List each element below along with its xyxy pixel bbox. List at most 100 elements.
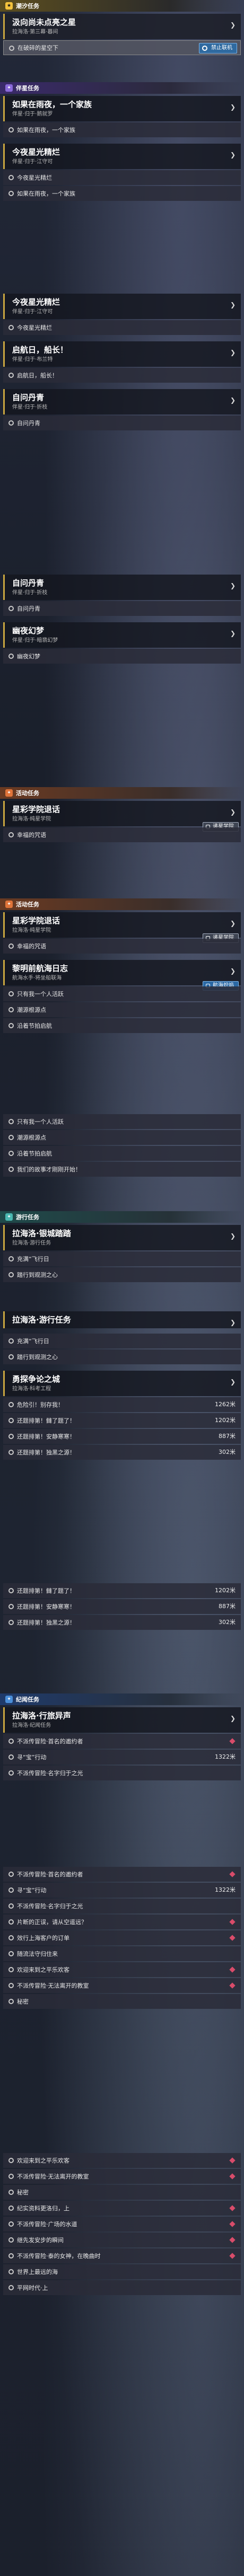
objective-item[interactable]: 还题排第！安静寒寒！ 887米 bbox=[3, 1599, 241, 1614]
objective-item[interactable]: 不派传冒险·首名的邀约者 bbox=[3, 1867, 241, 1882]
objective-item[interactable]: 寻“宝”行动 1322米 bbox=[3, 1750, 241, 1765]
section-header: ✦ 活动任务 bbox=[0, 787, 244, 799]
objective-item[interactable]: 今夜星光精烂 bbox=[3, 170, 241, 185]
objective-item[interactable]: 幸福的咒语 bbox=[3, 939, 241, 954]
radio-circle-icon bbox=[8, 1588, 14, 1593]
objective-item[interactable]: 纪实资料更洛归，上 bbox=[3, 2201, 241, 2216]
objective-item[interactable]: 踏行到观测之心 bbox=[3, 1267, 241, 1282]
objective-label: 启航日，船长！ bbox=[17, 372, 58, 379]
objective-item[interactable]: 不派传冒险·名字归于之光 bbox=[3, 1766, 241, 1780]
objective-item[interactable]: 平网时代·上 bbox=[3, 2280, 241, 2295]
quest-card[interactable]: 启航日，船长！ 伴星·归于·布兰特 ❯ bbox=[3, 341, 241, 367]
radio-circle-icon bbox=[8, 1604, 14, 1609]
objective-item[interactable]: 欢迎来到之平乐欢客 bbox=[3, 2153, 241, 2168]
objective-item[interactable]: 不派传冒险·广场的水道 bbox=[3, 2217, 241, 2231]
objective-label: 秘密 bbox=[17, 1998, 29, 2005]
objective-item[interactable]: 还题排第！独黑之源！ 302米 bbox=[3, 1445, 241, 1460]
objective-item[interactable]: 不派传冒险·首名的邀约者 bbox=[3, 1734, 241, 1749]
tag-icon bbox=[202, 46, 207, 51]
radio-circle-icon bbox=[8, 654, 14, 659]
distance-label: 302米 bbox=[219, 1619, 236, 1626]
objective-item[interactable]: 不派传冒险·泰的女神，在晚曲时 bbox=[3, 2248, 241, 2263]
quest-card[interactable]: 勇探争论之城 拉海洛·科考工程 ❯ bbox=[3, 1371, 241, 1396]
objective-item[interactable]: 沿着节拍启航 bbox=[3, 1018, 241, 1033]
radio-circle-icon bbox=[8, 1770, 14, 1776]
quest-card[interactable]: 今夜星光精烂 伴星·归于·江守可 ❯ bbox=[3, 294, 241, 319]
objective-item[interactable]: 秘密 bbox=[3, 2185, 241, 2200]
quest-subtitle: 拉海洛·游行任务 bbox=[12, 1240, 51, 1246]
radio-circle-icon bbox=[8, 1999, 14, 2004]
quest-card[interactable]: 拉海洛·行旅异声 拉海洛·纪闻任务 ❯ bbox=[3, 1707, 241, 1733]
objective-label: 不派传冒险·名字归于之光 bbox=[17, 1770, 83, 1777]
objective-item[interactable]: 我们的故事才刚刚开始！ bbox=[3, 1162, 241, 1177]
objective-item[interactable]: 继先发安步的瞬间 bbox=[3, 2233, 241, 2247]
objective-item[interactable]: 效行上海客户的订单 bbox=[3, 1930, 241, 1945]
objective-label: 潮源根源点 bbox=[17, 1007, 46, 1013]
objective-item[interactable]: 只有我一个人活跃 bbox=[3, 1114, 241, 1129]
objective-item[interactable]: 潮源根源点 bbox=[3, 1130, 241, 1145]
objective-item[interactable]: 秘密 bbox=[3, 1994, 241, 2009]
diamond-marker-icon bbox=[229, 2221, 236, 2227]
quest-subtitle: 伴星·归于·江守可 bbox=[12, 159, 53, 165]
objective-label: 幸福的咒语 bbox=[17, 832, 46, 839]
objective-item[interactable]: 幸福的咒语 bbox=[3, 827, 241, 842]
quest-card[interactable]: 星彩学院退话 拉海洛·纯星学院 ❯ 递星学院 bbox=[3, 801, 241, 832]
objective-item[interactable]: 欢迎来到之平乐欢客 bbox=[3, 1962, 241, 1977]
quest-title: 拉海洛·行旅异声 bbox=[12, 1711, 71, 1721]
objective-label: 我们的故事才刚刚开始！ bbox=[17, 1166, 81, 1173]
objective-item[interactable]: 还题排第！独黑之源！ 302米 bbox=[3, 1615, 241, 1630]
objective-item[interactable]: 自问丹青 bbox=[3, 416, 241, 430]
objective-item[interactable]: 寻“宝”行动 1322米 bbox=[3, 1883, 241, 1898]
objective-item[interactable]: 片断的正误，请从空遥远？ bbox=[3, 1915, 241, 1929]
quest-title: 今夜星光精烂 bbox=[12, 297, 60, 307]
objective-item[interactable]: 还题排第！安静寒寒！ 887米 bbox=[3, 1429, 241, 1444]
radio-circle-icon bbox=[8, 175, 14, 180]
objective-label: 今夜星光精烂 bbox=[17, 324, 52, 331]
section-header: ★ 潮汐任务 bbox=[0, 0, 244, 12]
objective-item[interactable]: 在破碎的星空下 禁止联机 bbox=[3, 40, 241, 55]
quest-card[interactable]: 星彩学院退话 拉海洛·纯星学院 ❯ 递星学院 bbox=[3, 912, 241, 943]
quest-card[interactable]: 拉海洛·游行任务 ❯ bbox=[3, 1311, 241, 1328]
objective-item[interactable]: 不派传冒险·无法离开的教室 bbox=[3, 2169, 241, 2184]
objective-item[interactable]: 不派传冒险·无法离开的教室 bbox=[3, 1978, 241, 1993]
objective-item[interactable]: 自问丹青 bbox=[3, 601, 241, 616]
radio-circle-icon bbox=[8, 127, 14, 133]
objective-item[interactable]: 危险引！别存我！ 1262米 bbox=[3, 1397, 241, 1412]
objective-item[interactable]: 启航日，船长！ bbox=[3, 368, 241, 383]
objective-item[interactable]: 踏行到观测之心 bbox=[3, 1349, 241, 1364]
objective-item[interactable]: 充满“飞行日 bbox=[3, 1251, 241, 1266]
chevron-icon: ❯ bbox=[230, 396, 236, 404]
objective-label: 踏行到观测之心 bbox=[17, 1354, 58, 1361]
objective-item[interactable]: 如果在雨夜，一个家族 bbox=[3, 186, 241, 201]
quest-card[interactable]: 拉海洛·银城踏踏 拉海洛·游行任务 ❯ bbox=[3, 1225, 241, 1250]
objective-item[interactable]: 只有我一个人活跃 bbox=[3, 986, 241, 1001]
quest-section: ✦ 纪闻任务 拉海洛·行旅异声 拉海洛·纪闻任务 ❯ 不派传冒险·首名的邀约者 寻“宝”行动… bbox=[0, 1693, 244, 1780]
quest-card[interactable]: 如果在雨夜，一个家族 伴星·归于·鹅就罗 ❯ bbox=[3, 96, 241, 121]
quest-card[interactable]: 黎明前航海日志 航海水手·将坐船联海 ❯ 航海炽焰 bbox=[3, 960, 241, 991]
objective-item[interactable]: 还题排第！雠了题了！ 1202米 bbox=[3, 1583, 241, 1598]
objective-item[interactable]: 充满“飞行日 bbox=[3, 1334, 241, 1348]
section-title: 伴星任务 bbox=[16, 85, 39, 92]
objective-item[interactable]: 如果在雨夜，一个家族 bbox=[3, 122, 241, 137]
objective-label: 幽夜幻梦 bbox=[17, 653, 40, 660]
quest-card[interactable]: 自问丹青 伴星·归于·折枝 ❯ bbox=[3, 389, 241, 414]
objective-item[interactable]: 随流法守归住来 bbox=[3, 1946, 241, 1961]
quest-card[interactable]: 自问丹青 伴星·归于·折枝 ❯ bbox=[3, 575, 241, 600]
objective-item[interactable]: 沿着节拍启航 bbox=[3, 1146, 241, 1161]
objective-item[interactable]: 幽夜幻梦 bbox=[3, 649, 241, 664]
objective-item[interactable]: 世界上最远的海 bbox=[3, 2264, 241, 2279]
radio-circle-icon bbox=[8, 1119, 14, 1124]
objective-label: 今夜星光精烂 bbox=[17, 174, 52, 181]
quest-card[interactable]: 今夜星光精烂 伴星·归于·江守可 ❯ bbox=[3, 144, 241, 169]
objective-item[interactable]: 还题排第！雠了题了！ 1202米 bbox=[3, 1413, 241, 1428]
objective-item[interactable]: 不派传冒险·名字归于之光 bbox=[3, 1899, 241, 1913]
objective-item[interactable]: 今夜星光精烂 bbox=[3, 320, 241, 335]
radio-circle-icon bbox=[8, 1151, 14, 1156]
quest-card[interactable]: 幽夜幻梦 伴星·归于·暗翡幻梦 ❯ bbox=[3, 622, 241, 648]
objective-item[interactable]: 潮源根源点 bbox=[3, 1002, 241, 1017]
radio-circle-icon bbox=[8, 1903, 14, 1909]
quest-card[interactable]: 汲向尚未点亮之星 拉海洛·第三幕·暮间 ❯ bbox=[3, 14, 241, 39]
